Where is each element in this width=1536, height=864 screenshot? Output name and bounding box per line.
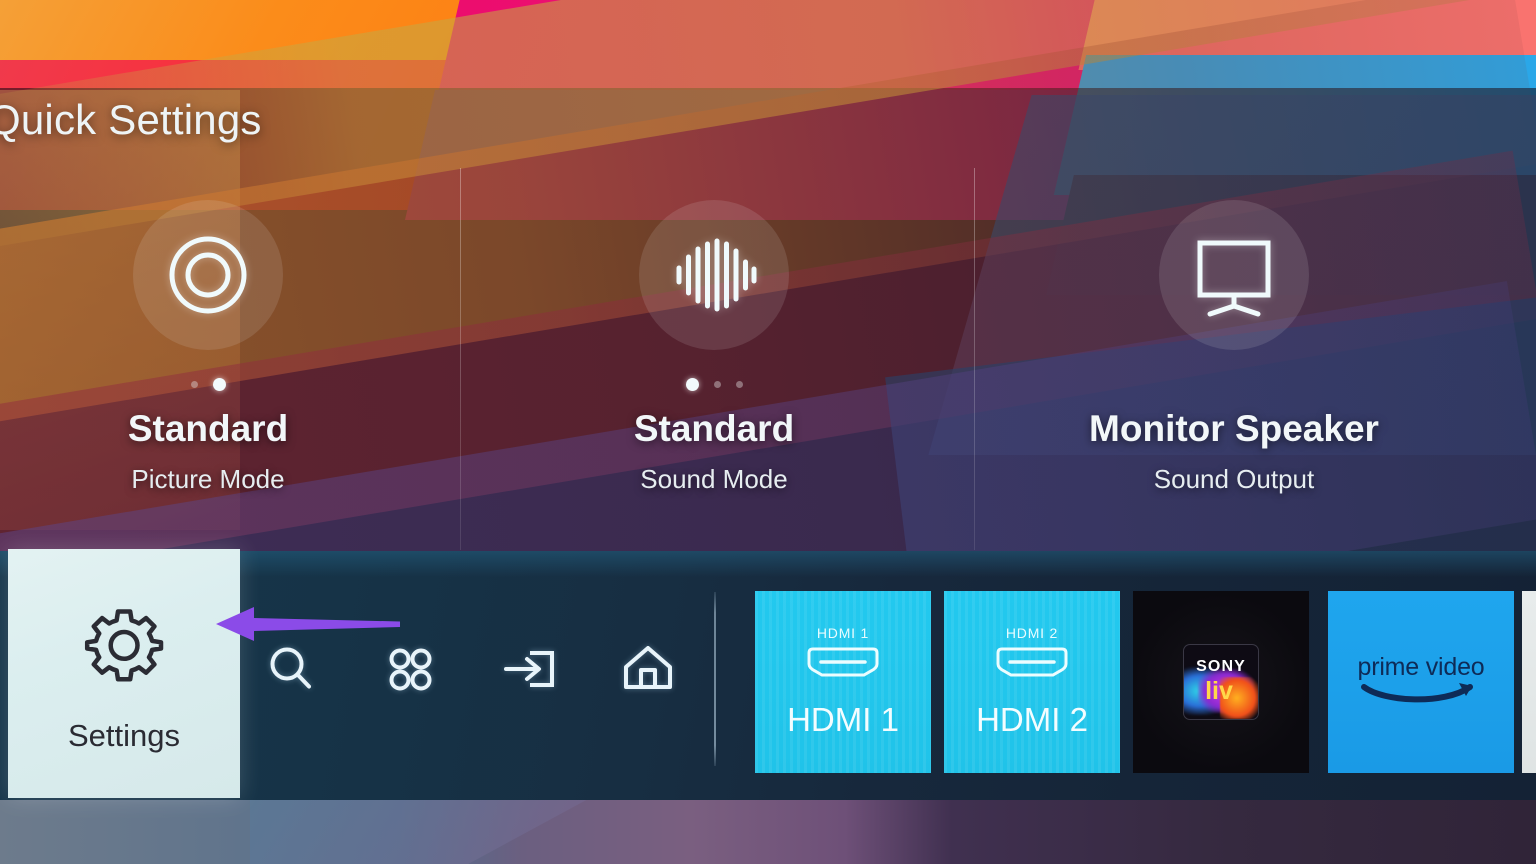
picture-mode-label: Picture Mode [131,464,285,494]
source-input-icon[interactable] [500,640,558,698]
dot-active [212,377,226,391]
dot-active [685,377,699,391]
liv-wordmark: liv [1205,677,1233,705]
hdmi-1-title: HDMI 1 [787,701,899,738]
hdmi-2-port-label: HDMI 2 [1005,625,1059,641]
sound-mode-label: Sound Mode [640,464,788,494]
hdmi-port-icon [993,646,1071,685]
gear-icon [82,601,166,690]
sony-liv-logo: SONY liv [1183,644,1259,720]
hdmi-port-icon [804,646,882,685]
sound-mode-value: Standard [633,408,795,449]
apps-icon[interactable] [381,640,439,698]
dot [735,380,743,388]
quick-settings-divider-1 [460,168,461,550]
picture-mode-icon [133,200,283,350]
tv-screen: Quick Settings Standard Picture Mode Sta… [0,0,1536,864]
search-icon[interactable] [262,640,320,698]
sony-liv-tile[interactable]: SONY liv [1133,591,1309,773]
hdmi-1-port-label: HDMI 1 [816,625,870,641]
prime-video-logo: prime video [1346,653,1496,712]
sony-wordmark: SONY [1196,658,1246,675]
picture-mode-dots [0,376,438,392]
dock-nav-icons [262,640,677,698]
hdmi-1-tile[interactable]: HDMI 1 HDMI 1 [755,591,931,773]
prime-video-wordmark: prime video [1357,652,1485,681]
prime-video-tile[interactable]: prime video [1328,591,1514,773]
quick-setting-sound-mode[interactable]: Standard Sound Mode [484,200,944,495]
sound-output-label: Sound Output [1153,464,1315,494]
amazon-smile-icon [1346,681,1496,712]
quick-setting-sound-output[interactable]: Monitor Speaker Sound Output [1004,200,1464,495]
picture-mode-value: Standard [127,408,289,449]
quick-setting-picture-mode[interactable]: Standard Picture Mode [0,200,438,495]
sound-output-value: Monitor Speaker [1089,408,1379,449]
dock-separator [714,592,716,766]
next-tile-partial[interactable] [1522,591,1536,773]
dot [190,380,198,388]
hdmi-2-title: HDMI 2 [976,701,1088,738]
page-title: Quick Settings [0,96,262,143]
wallpaper-bottom-strip [0,798,1536,864]
settings-tile[interactable]: Settings [8,549,240,798]
quick-settings-divider-2 [974,168,975,550]
dot [713,380,721,388]
sound-output-dots [1004,376,1464,392]
settings-label: Settings [67,718,180,753]
sound-mode-dots [484,376,944,392]
sound-output-icon [1159,200,1309,350]
home-icon[interactable] [619,640,677,698]
hdmi-2-tile[interactable]: HDMI 2 HDMI 2 [944,591,1120,773]
sound-mode-icon [639,200,789,350]
